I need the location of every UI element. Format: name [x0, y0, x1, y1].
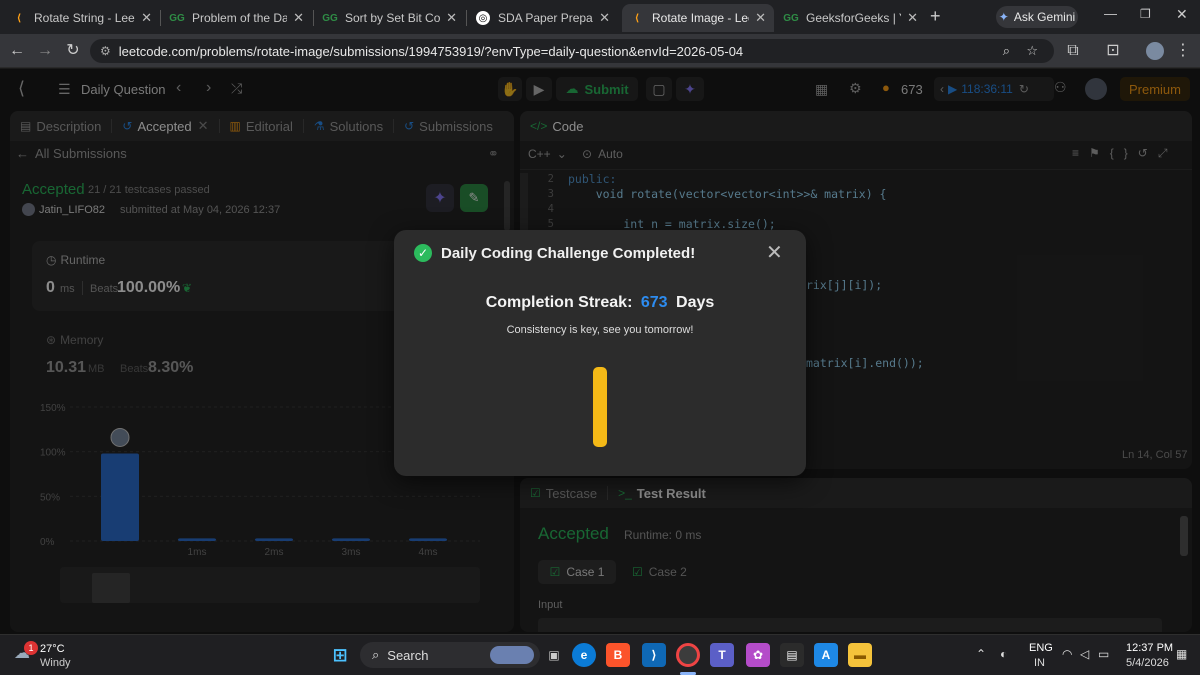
close-tab-icon[interactable]: ✕ [446, 10, 457, 26]
ask-gemini-button[interactable]: ✦ Ask Gemini [996, 6, 1078, 28]
azure-icon[interactable]: A [814, 643, 838, 667]
close-tab-icon[interactable]: ✕ [141, 10, 152, 26]
windows-start-icon[interactable]: ⊞ [328, 643, 352, 667]
store-icon[interactable]: ▤ [780, 643, 804, 667]
file-explorer-icon[interactable]: ▬ [848, 643, 872, 667]
wifi-icon[interactable]: ◠ [1062, 647, 1072, 661]
input-region: IN [1034, 657, 1045, 669]
close-modal-button[interactable]: ✕ [766, 240, 783, 265]
browser-tab-strip: ⟨ Rotate String - LeetCod ✕ GG Problem o… [0, 0, 1200, 34]
daily-challenge-modal: ✓ Daily Coding Challenge Completed! ✕ Co… [394, 230, 806, 476]
copilot-icon[interactable]: ✿ [746, 643, 770, 667]
check-circle-icon: ✓ [414, 244, 432, 262]
windows-taskbar: ☁ 1 27°C Windy ⊞ ⌕ Search ▣ e B ⟩ T ✿ ▤ … [0, 634, 1200, 675]
edge-icon[interactable]: e [572, 643, 596, 667]
gfg-icon: GG [322, 12, 338, 24]
back-button[interactable]: ← [6, 40, 28, 62]
extensions-icon[interactable]: ⧉ [1062, 40, 1084, 62]
search-highlight-image [490, 646, 534, 664]
minimize-button[interactable]: — [1104, 6, 1117, 21]
menu-kebab-icon[interactable]: ⋮ [1172, 40, 1194, 62]
taskbar-search[interactable]: ⌕ Search [360, 642, 540, 668]
address-bar[interactable]: ⚙ leetcode.com/problems/rotate-image/sub… [90, 39, 1054, 63]
browser-toolbar: ← → ↻ ⚙ leetcode.com/problems/rotate-ima… [0, 34, 1200, 68]
browser-tab[interactable]: ⟨ Rotate String - LeetCod ✕ [4, 4, 160, 32]
browser-tab[interactable]: GG Problem of the Day | Ge ✕ [162, 4, 312, 32]
clock-date: 5/4/2026 [1126, 657, 1169, 669]
gemini-icon: ✦ [998, 10, 1009, 24]
weather-desc: Windy [40, 657, 71, 669]
notifications-icon[interactable]: ▦ [1176, 647, 1187, 661]
streak-candle-graphic [593, 367, 607, 447]
teams-icon[interactable]: T [710, 643, 734, 667]
app-tray-icon[interactable]: ◐ [1000, 647, 1007, 661]
brave-icon[interactable]: B [606, 643, 630, 667]
weather-temp[interactable]: 27°C [40, 643, 65, 655]
site-info-icon[interactable]: ⚙ [100, 44, 111, 58]
modal-subtitle: Consistency is key, see you tomorrow! [506, 324, 694, 336]
browser-tab[interactable]: ◎ SDA Paper Preparation ✕ [468, 4, 618, 32]
chevron-up-icon[interactable]: ⌃ [976, 647, 986, 661]
gfg-icon: GG [169, 12, 185, 24]
restore-button[interactable]: ❐ [1140, 7, 1151, 21]
input-language[interactable]: ENG [1029, 642, 1053, 654]
streak-line: Completion Streak: 673 Days [485, 294, 715, 311]
close-tab-icon[interactable]: ✕ [907, 10, 918, 26]
close-window-button[interactable]: ✕ [1176, 6, 1188, 23]
browser-tab[interactable]: GG GeeksforGeeks | Your A ✕ [776, 4, 926, 32]
forward-button[interactable]: → [34, 40, 56, 62]
bookmark-star-icon[interactable]: ☆ [1026, 43, 1038, 59]
reload-button[interactable]: ↻ [62, 40, 84, 62]
tab-search-icon[interactable]: ⊡ [1102, 40, 1124, 62]
clock-time[interactable]: 12:37 PM [1126, 642, 1173, 654]
new-tab-button[interactable]: + [930, 6, 941, 27]
leetcode-icon: ⟨ [634, 12, 640, 24]
search-icon: ⌕ [372, 647, 380, 662]
profile-avatar[interactable] [1146, 42, 1164, 60]
browser-tab-active[interactable]: ⟨ Rotate Image - LeetCod ✕ [622, 4, 774, 32]
leetcode-icon: ⟨ [16, 12, 22, 24]
chatgpt-icon: ◎ [476, 11, 490, 25]
close-tab-icon[interactable]: ✕ [599, 10, 610, 26]
browser-tab[interactable]: GG Sort by Set Bit Count | F ✕ [315, 4, 465, 32]
vscode-icon[interactable]: ⟩ [642, 643, 666, 667]
close-tab-icon[interactable]: ✕ [755, 10, 766, 26]
weather-badge: 1 [24, 641, 38, 655]
modal-title: Daily Coding Challenge Completed! [441, 245, 696, 262]
gfg-icon: GG [783, 12, 799, 24]
task-view-icon[interactable]: ▣ [542, 643, 566, 667]
battery-icon[interactable]: ▭ [1098, 647, 1109, 661]
chrome-icon[interactable] [676, 643, 700, 667]
close-tab-icon[interactable]: ✕ [293, 10, 304, 26]
volume-icon[interactable]: ◁ [1080, 647, 1089, 661]
zoom-icon[interactable]: ⌕ [1003, 43, 1010, 59]
